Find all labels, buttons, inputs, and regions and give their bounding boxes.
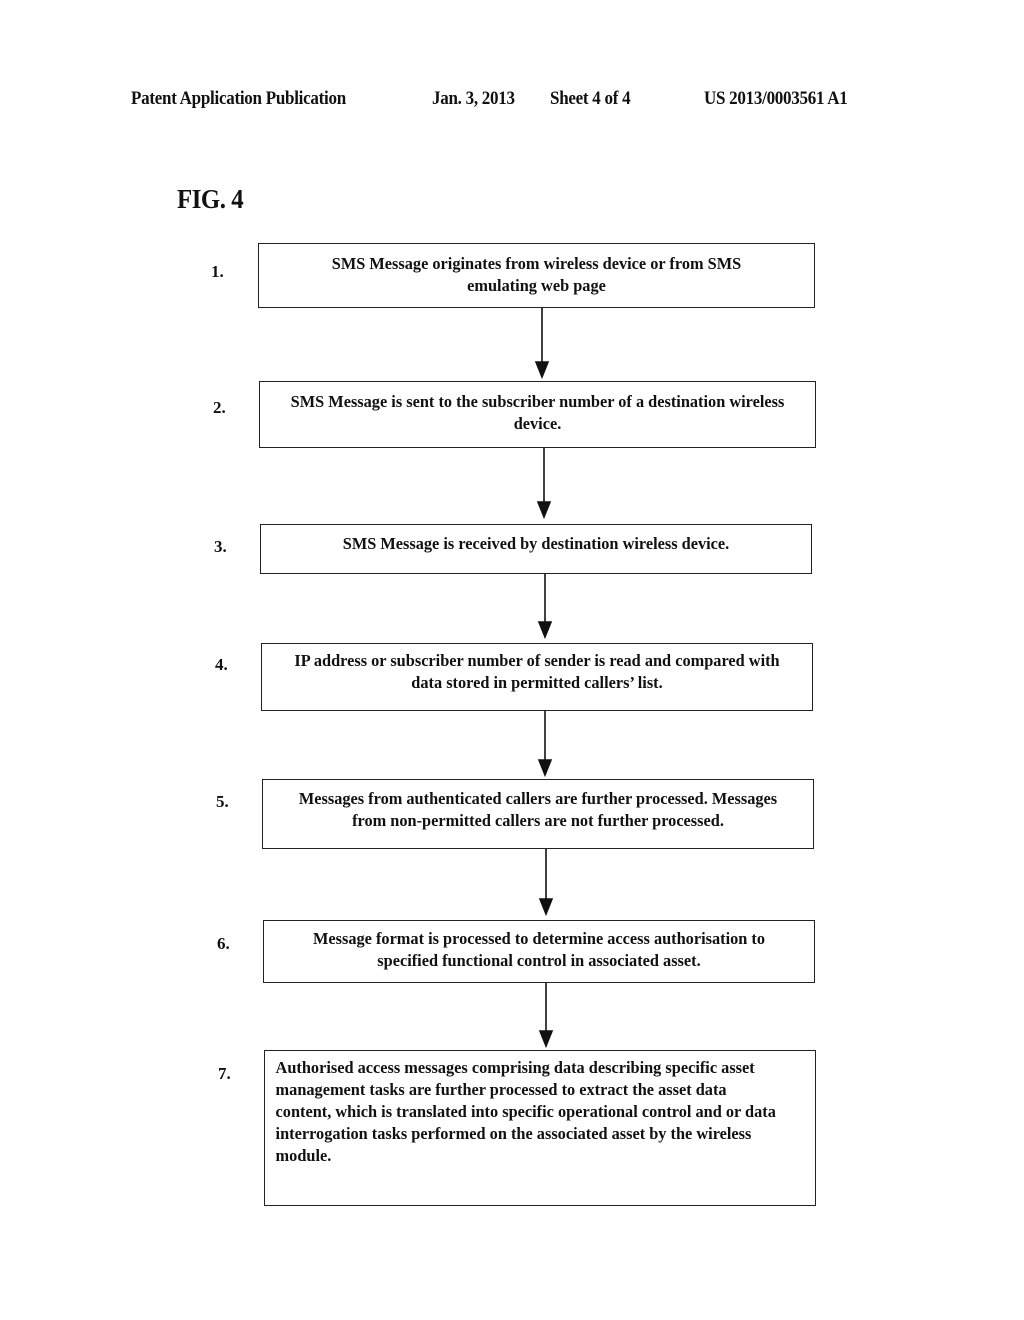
step-text-4: IP address or subscriber number of sende…: [294, 651, 780, 692]
publication-type: Patent Application Publication: [131, 89, 346, 109]
arrow-4-to-5: [537, 711, 553, 778]
step-box-3: SMS Message is received by destination w…: [260, 524, 812, 574]
step-text-2: SMS Message is sent to the subscriber nu…: [290, 392, 785, 433]
step-box-1: SMS Message originates from wireless dev…: [258, 243, 815, 308]
sheet-number: Sheet 4 of 4: [550, 89, 631, 109]
arrow-3-to-4: [537, 574, 553, 640]
step-number-1: 1.: [211, 262, 224, 281]
step-text-3: SMS Message is received by destination w…: [342, 534, 730, 553]
step-box-6: Message format is processed to determine…: [263, 920, 815, 983]
step-text-6: Message format is processed to determine…: [312, 929, 766, 970]
step-number-2: 2.: [213, 398, 226, 417]
arrow-1-to-2: [534, 308, 550, 380]
step-text-7: Authorised access messages comprising da…: [275, 1058, 776, 1165]
step-number-5: 5.: [216, 792, 229, 811]
step-number-3: 3.: [214, 537, 227, 556]
step-number-4: 4.: [215, 655, 228, 674]
step-text-5: Messages from authenticated callers are …: [298, 789, 778, 830]
step-number-6: 6.: [217, 934, 230, 953]
publication-date: Jan. 3, 2013: [432, 89, 515, 109]
step-box-4: IP address or subscriber number of sende…: [261, 643, 813, 711]
step-box-7: Authorised access messages comprising da…: [264, 1050, 816, 1206]
step-number-7: 7.: [218, 1064, 231, 1083]
arrow-5-to-6: [538, 849, 554, 917]
figure-title: FIG. 4: [177, 184, 244, 214]
arrow-2-to-3: [536, 448, 552, 520]
step-box-2: SMS Message is sent to the subscriber nu…: [259, 381, 816, 448]
step-text-1: SMS Message originates from wireless dev…: [331, 254, 742, 295]
publication-number: US 2013/0003561 A1: [704, 89, 848, 109]
step-box-5: Messages from authenticated callers are …: [262, 779, 814, 849]
arrow-6-to-7: [538, 983, 554, 1049]
